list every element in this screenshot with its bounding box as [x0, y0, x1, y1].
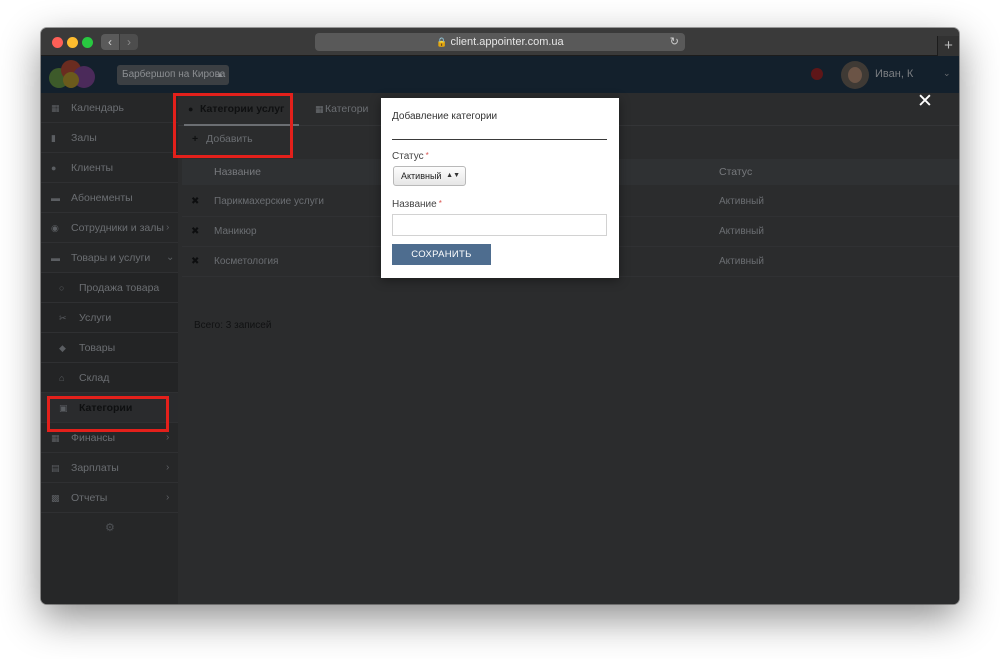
sidebar-item-label: Залы	[71, 132, 97, 144]
chevron-down-icon[interactable]: ⌄	[943, 68, 951, 79]
chevron-right-icon: ›	[166, 492, 170, 503]
sidebar-item-label: Склад	[79, 372, 110, 384]
row-status: Активный	[719, 256, 764, 267]
maximize-window-button[interactable]	[82, 37, 93, 48]
sidebar-item-label: Отчеты	[71, 492, 108, 504]
minimize-window-button[interactable]	[67, 37, 78, 48]
row-name: Маникюр	[214, 226, 257, 237]
total-records: Всего: 3 записей	[194, 320, 272, 331]
product-icon: ◆	[59, 343, 66, 353]
sidebar-item-staff[interactable]: ◉ Сотрудники и залы ›	[41, 213, 178, 243]
sidebar-item-label: Финансы	[71, 432, 116, 444]
row-name: Косметология	[214, 256, 279, 267]
browser-window: ‹ › 🔒 client.appointer.com.ua ↻ + Барберш…	[41, 28, 959, 604]
forward-button[interactable]: ›	[120, 34, 138, 50]
browser-titlebar: ‹ › 🔒 client.appointer.com.ua ↻ +	[41, 28, 959, 56]
lock-icon: 🔒	[436, 37, 448, 47]
sidebar-item-reports[interactable]: ▩ Отчеты ›	[41, 483, 178, 513]
sidebar-item-goods-services[interactable]: ▬ Товары и услуги ⌄	[41, 243, 178, 273]
sidebar-item-halls[interactable]: ▮ Залы	[41, 123, 178, 153]
product-icon: ▦	[315, 104, 324, 114]
highlight-box-tab	[173, 93, 293, 158]
sidebar-item-calendar[interactable]: ▦ Календарь	[41, 93, 178, 123]
new-tab-button[interactable]: +	[937, 36, 959, 56]
reload-icon[interactable]: ↻	[670, 33, 679, 51]
status-select[interactable]: Активный ▲▼	[393, 166, 466, 186]
sidebar-item-label: Товары	[79, 342, 116, 354]
row-status: Активный	[719, 196, 764, 207]
sidebar-item-label: Услуги	[79, 312, 112, 324]
salary-icon: ▤	[51, 463, 60, 473]
url-text: client.appointer.com.ua	[450, 36, 564, 48]
name-label: Название *	[392, 199, 442, 210]
gear-icon[interactable]: ⚙	[105, 521, 115, 534]
sidebar-item-product-sale[interactable]: ○ Продажа товара	[41, 273, 178, 303]
app-header: Барбершоп на Кирова ▲ Иван, К ⌄	[41, 56, 959, 93]
required-mark: *	[425, 151, 429, 160]
tab-label: Категори	[325, 103, 369, 115]
sidebar-item-label: Зарплаты	[71, 462, 119, 474]
name-input[interactable]	[392, 214, 607, 236]
notification-icon[interactable]	[811, 68, 823, 80]
back-button[interactable]: ‹	[101, 34, 119, 50]
sidebar-item-label: Продажа товара	[79, 282, 160, 294]
column-header-name[interactable]: Название	[214, 159, 261, 185]
goods-icon: ▬	[51, 253, 60, 263]
sidebar-item-label: Товары и услуги	[71, 252, 151, 264]
sidebar-item-products[interactable]: ◆ Товары	[41, 333, 178, 363]
name-label-text: Название	[392, 199, 437, 210]
row-status: Активный	[719, 226, 764, 237]
sidebar-item-label: Сотрудники и залы	[71, 222, 164, 234]
save-button[interactable]: СОХРАНИТЬ	[392, 244, 491, 265]
chevron-down-icon: ⌄	[166, 252, 175, 263]
column-header-status[interactable]: Статус	[719, 159, 752, 185]
sidebar-item-subscriptions[interactable]: ▬ Абонементы	[41, 183, 178, 213]
highlight-box-sidebar	[47, 396, 169, 432]
sidebar: ▦ Календарь ▮ Залы ● Клиенты ▬ Абонементы ◉ С…	[41, 93, 178, 604]
bookmark-icon: ▮	[51, 133, 56, 143]
modal-divider	[392, 139, 607, 140]
chevron-right-icon: ›	[166, 462, 170, 473]
add-category-modal: Добавление категории Статус * Активный ▲▼…	[381, 98, 619, 278]
status-label: Статус *	[392, 151, 429, 162]
sidebar-item-warehouse[interactable]: ⌂ Склад	[41, 363, 178, 393]
delete-icon[interactable]: ✖	[191, 187, 199, 217]
required-mark: *	[438, 199, 442, 208]
user-name[interactable]: Иван, К	[875, 68, 913, 80]
scissors-icon: ✂	[59, 313, 67, 323]
card-icon: ▬	[51, 193, 60, 203]
warehouse-icon: ⌂	[59, 373, 65, 383]
select-arrows-icon: ▲	[216, 70, 224, 79]
modal-title: Добавление категории	[392, 111, 498, 122]
delete-icon[interactable]: ✖	[191, 217, 199, 247]
row-name: Парикмахерские услуги	[214, 196, 324, 207]
chevron-right-icon: ›	[166, 222, 170, 233]
chart-icon: ▩	[51, 493, 60, 503]
select-arrows-icon: ▲▼	[446, 172, 460, 179]
avatar[interactable]	[841, 61, 869, 89]
app-logo[interactable]	[49, 60, 101, 90]
branch-select-value: Барбершоп на Кирова	[122, 69, 226, 80]
close-window-button[interactable]	[52, 37, 63, 48]
staff-icon: ◉	[51, 223, 59, 233]
sidebar-item-salaries[interactable]: ▤ Зарплаты ›	[41, 453, 178, 483]
sidebar-item-label: Клиенты	[71, 162, 114, 174]
branch-select[interactable]: Барбершоп на Кирова ▲	[117, 65, 229, 85]
sidebar-item-services[interactable]: ✂ Услуги	[41, 303, 178, 333]
sidebar-item-label: Календарь	[71, 102, 124, 114]
status-label-text: Статус	[392, 151, 424, 162]
calendar-icon: ▦	[51, 103, 60, 113]
sidebar-item-label: Абонементы	[71, 192, 133, 204]
close-icon[interactable]: ✕	[916, 92, 934, 111]
address-bar[interactable]: 🔒 client.appointer.com.ua ↻	[315, 33, 685, 51]
status-select-value: Активный	[401, 171, 442, 181]
sale-icon: ○	[59, 283, 65, 293]
tab-product-categories[interactable]: ▦ Категори	[311, 93, 368, 126]
sidebar-item-clients[interactable]: ● Клиенты	[41, 153, 178, 183]
users-icon: ●	[51, 163, 57, 173]
delete-icon[interactable]: ✖	[191, 247, 199, 277]
